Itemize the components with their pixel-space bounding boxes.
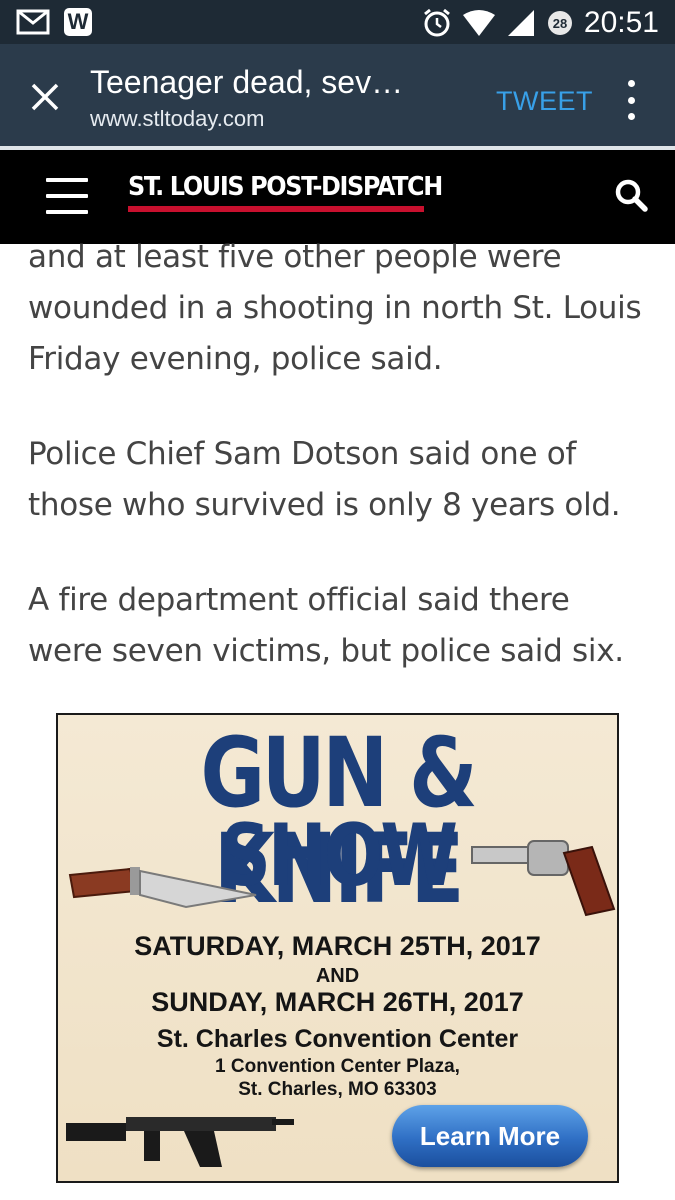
search-icon — [615, 179, 648, 212]
article-paragraph: and at least five other people were woun… — [28, 239, 642, 377]
menu-line-icon — [46, 194, 88, 198]
revolver-icon — [471, 840, 616, 917]
status-system: 28 20:51 — [422, 4, 659, 42]
article-paragraph: Police Chief Sam Dotson said one of thos… — [28, 436, 621, 523]
site-header: ST. LOUIS POST-DISPATCH — [0, 150, 675, 244]
rifle-icon — [66, 1117, 294, 1167]
advertisement-banner[interactable]: GUN & KNIFE SHOW SATURDAY, MARCH 25TH, 2… — [56, 713, 619, 1183]
signal-icon — [507, 10, 534, 36]
more-dot-icon — [627, 113, 635, 120]
status-bar: W 28 20:51 — [0, 0, 675, 44]
site-logo[interactable]: ST. LOUIS POST-DISPATCH — [128, 172, 443, 212]
ad-address-line2: St. Charles, MO 63303 — [238, 1079, 437, 1100]
close-icon — [31, 83, 59, 111]
close-button[interactable] — [24, 76, 66, 118]
article-paragraph: A fire department official said there we… — [28, 582, 624, 669]
page-title: Teenager dead, sev… — [90, 64, 404, 100]
ad-and: AND — [315, 965, 360, 987]
menu-line-icon — [46, 210, 88, 214]
logo-underline — [128, 206, 424, 212]
w-app-icon: W — [64, 8, 92, 36]
knife-icon — [68, 867, 257, 909]
more-dot-icon — [627, 96, 635, 104]
status-time: 20:51 — [583, 6, 659, 39]
search-button[interactable] — [612, 176, 652, 216]
menu-button[interactable] — [46, 178, 88, 214]
wifi-icon — [462, 10, 495, 36]
ad-date-sunday: SUNDAY, MARCH 26TH, 2017 — [151, 987, 524, 1017]
status-notifications: W — [16, 8, 92, 36]
gmail-icon — [16, 9, 50, 35]
svg-text:28: 28 — [553, 16, 567, 31]
site-logo-text: ST. LOUIS POST-DISPATCH — [128, 172, 443, 202]
browser-toolbar: Teenager dead, sev… www.stltoday.com TWE… — [0, 44, 675, 146]
ad-venue: St. Charles Convention Center — [156, 1025, 519, 1053]
alarm-icon — [423, 8, 450, 37]
ad-address-line1: 1 Convention Center Plaza, — [215, 1056, 460, 1077]
tweet-button[interactable]: TWEET — [496, 86, 593, 117]
more-options-button[interactable] — [620, 78, 642, 122]
menu-line-icon — [46, 178, 88, 182]
article-body: and at least five other people were woun… — [28, 232, 648, 721]
notification-count-badge: 28 — [547, 11, 572, 35]
more-dot-icon — [627, 80, 635, 87]
ad-date-saturday: SATURDAY, MARCH 25TH, 2017 — [134, 931, 541, 961]
learn-more-button[interactable]: Learn More — [392, 1105, 588, 1167]
page-url: www.stltoday.com — [90, 106, 265, 131]
